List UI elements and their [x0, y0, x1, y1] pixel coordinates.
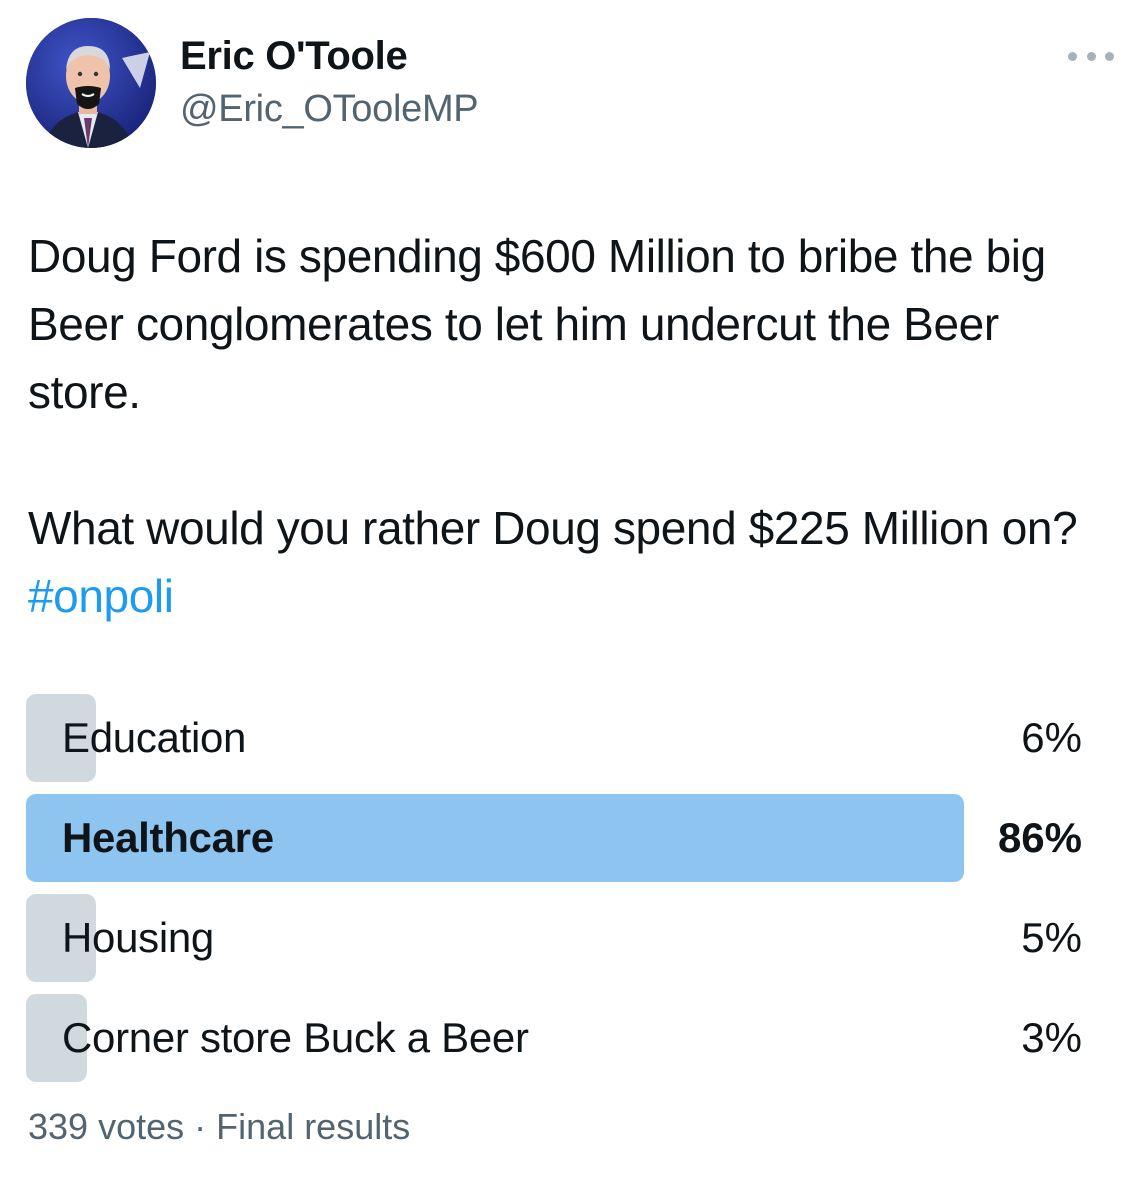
hashtag-link[interactable]: #onpoli [28, 570, 174, 622]
poll-option-corner-store[interactable]: Corner store Buck a Beer 3% [26, 994, 1086, 1082]
poll-option-percent: 3% [1021, 1014, 1082, 1061]
avatar-image [26, 18, 156, 148]
tweet-paragraph: Doug Ford is spending $600 Million to br… [28, 230, 1046, 418]
poll-option-healthcare[interactable]: Healthcare 86% [26, 794, 1086, 882]
tweet-question: What would you rather Doug spend $225 Mi… [28, 502, 1078, 554]
poll-option-label: Education [62, 714, 247, 761]
poll-option-percent: 6% [1021, 714, 1082, 761]
author-handle[interactable]: @Eric_OTooleMP [180, 86, 479, 132]
poll-footer-separator: · [194, 1106, 207, 1147]
dot [1068, 51, 1077, 61]
dot [1105, 51, 1114, 61]
tweet-text: Doug Ford is spending $600 Million to br… [28, 222, 1118, 630]
poll-option-label: Corner store Buck a Beer [62, 1014, 529, 1061]
more-options-icon[interactable] [1068, 46, 1114, 66]
poll-status: Final results [216, 1106, 411, 1147]
poll-option-percent: 5% [1021, 914, 1082, 961]
poll-option-percent: 86% [997, 814, 1082, 861]
tweet-paragraph: What would you rather Doug spend $225 Mi… [28, 494, 1118, 630]
poll-option-label: Healthcare [62, 814, 274, 861]
poll-option-label: Housing [62, 914, 214, 961]
poll-footer: 339 votes · Final results [28, 1104, 410, 1150]
author-avatar[interactable] [26, 18, 156, 148]
poll-option-education[interactable]: Education 6% [26, 694, 1086, 782]
poll-option-housing[interactable]: Housing 5% [26, 894, 1086, 982]
dot [1086, 51, 1096, 61]
author-name[interactable]: Eric O'Toole [180, 32, 408, 80]
poll-vote-count: 339 votes [28, 1106, 185, 1147]
